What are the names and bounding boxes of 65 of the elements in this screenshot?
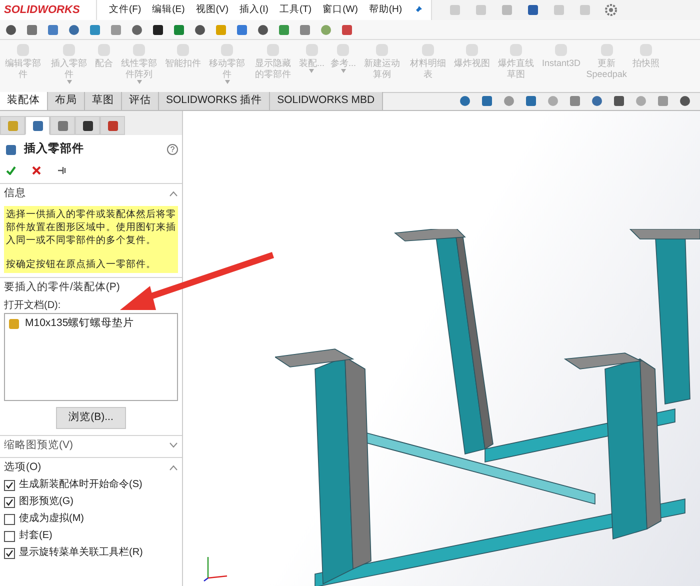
menu-item[interactable]: 编辑(E) <box>152 2 185 18</box>
panel-title: 插入零部件 <box>24 141 84 157</box>
menu-item[interactable]: 文件(F) <box>109 2 142 18</box>
section-title: 缩略图预览(V) <box>4 438 73 452</box>
view-toolbar-icon[interactable] <box>458 94 472 108</box>
view-toolbar-icon[interactable] <box>612 94 626 108</box>
section-title: 选项(O) <box>4 460 42 476</box>
tab[interactable]: 评估 <box>122 92 159 110</box>
tab-icon <box>32 120 44 132</box>
checkbox[interactable] <box>4 480 15 490</box>
menu-item[interactable]: 帮助(H) <box>368 2 402 18</box>
tab-icon <box>106 120 118 132</box>
menu-item[interactable]: 视图(V) <box>196 2 228 18</box>
toolbar-icon[interactable] <box>151 22 165 36</box>
tab[interactable]: SOLIDWORKS 插件 <box>159 92 270 110</box>
checkbox[interactable] <box>4 548 15 558</box>
pin-icon[interactable] <box>57 166 67 176</box>
panel-tab[interactable] <box>100 116 125 135</box>
panel-tab[interactable] <box>75 116 100 135</box>
chevron-icon[interactable] <box>169 442 178 448</box>
toolbar-icon[interactable] <box>4 22 18 36</box>
toolbar-icon[interactable] <box>193 22 207 36</box>
view-toolbar-icon[interactable] <box>678 94 692 108</box>
panel-tab[interactable] <box>25 116 50 135</box>
option-label: 显示旋转菜单关联工具栏(R) <box>19 546 143 560</box>
close-icon[interactable] <box>32 166 41 176</box>
logo: SOLIDWORKS <box>0 0 97 20</box>
option-label: 使成为虚拟(M) <box>19 512 84 526</box>
option-label: 图形预览(G) <box>19 495 74 509</box>
menu-item[interactable]: 插入(I) <box>239 2 268 18</box>
info-message: 选择一供插入的零件或装配体然后将零部件放置在图形区域中。使用图钉来插入同一或不同零部件的多个复件。 按确定按钮在原点插入一零部件。 <box>4 206 178 273</box>
tab[interactable]: 装配体 <box>0 92 48 110</box>
insert-part-icon <box>4 142 18 157</box>
document-item[interactable]: M10x135螺钉螺母垫片 <box>25 316 134 332</box>
part-icon[interactable] <box>7 316 21 331</box>
axis-triad-icon <box>203 554 229 582</box>
chevron-icon[interactable] <box>169 191 178 198</box>
checkbox[interactable] <box>4 530 15 542</box>
option-label: 生成新装配体时开始命令(S) <box>19 478 142 492</box>
tab-icon <box>56 120 68 132</box>
document-list[interactable]: M10x135螺钉螺母垫片 <box>4 312 178 401</box>
list-label: 打开文档(D): <box>4 298 62 313</box>
view-toolbar-icon[interactable] <box>568 94 582 108</box>
chevron-icon[interactable] <box>169 465 178 472</box>
option-label: 封套(E) <box>19 529 52 543</box>
view-toolbar-icon[interactable] <box>524 94 538 108</box>
toolbar-icon[interactable] <box>256 22 270 36</box>
checkbox[interactable] <box>4 514 15 524</box>
tab[interactable]: 草图 <box>85 92 122 110</box>
section-title: 要插入的零件/装配体(P) <box>4 280 120 295</box>
tab[interactable]: SOLIDWORKS MBD <box>270 92 383 110</box>
view-toolbar-icon[interactable] <box>590 94 604 108</box>
settings-icon[interactable] <box>604 3 618 17</box>
menu-item[interactable]: 窗口(W) <box>322 2 358 18</box>
ok-icon[interactable] <box>6 166 16 176</box>
view-toolbar-icon[interactable] <box>480 94 494 108</box>
printer-icon[interactable] <box>526 3 540 17</box>
tab[interactable]: 布局 <box>48 92 85 110</box>
tab-icon <box>6 120 18 132</box>
help-icon[interactable]: ? <box>167 144 178 156</box>
section-title: 信息 <box>4 186 26 202</box>
menu-item[interactable]: 工具(T) <box>279 2 312 18</box>
checkbox[interactable] <box>4 496 15 508</box>
browse-button[interactable]: 浏览(B)... <box>56 406 126 428</box>
tab-icon <box>82 120 94 132</box>
